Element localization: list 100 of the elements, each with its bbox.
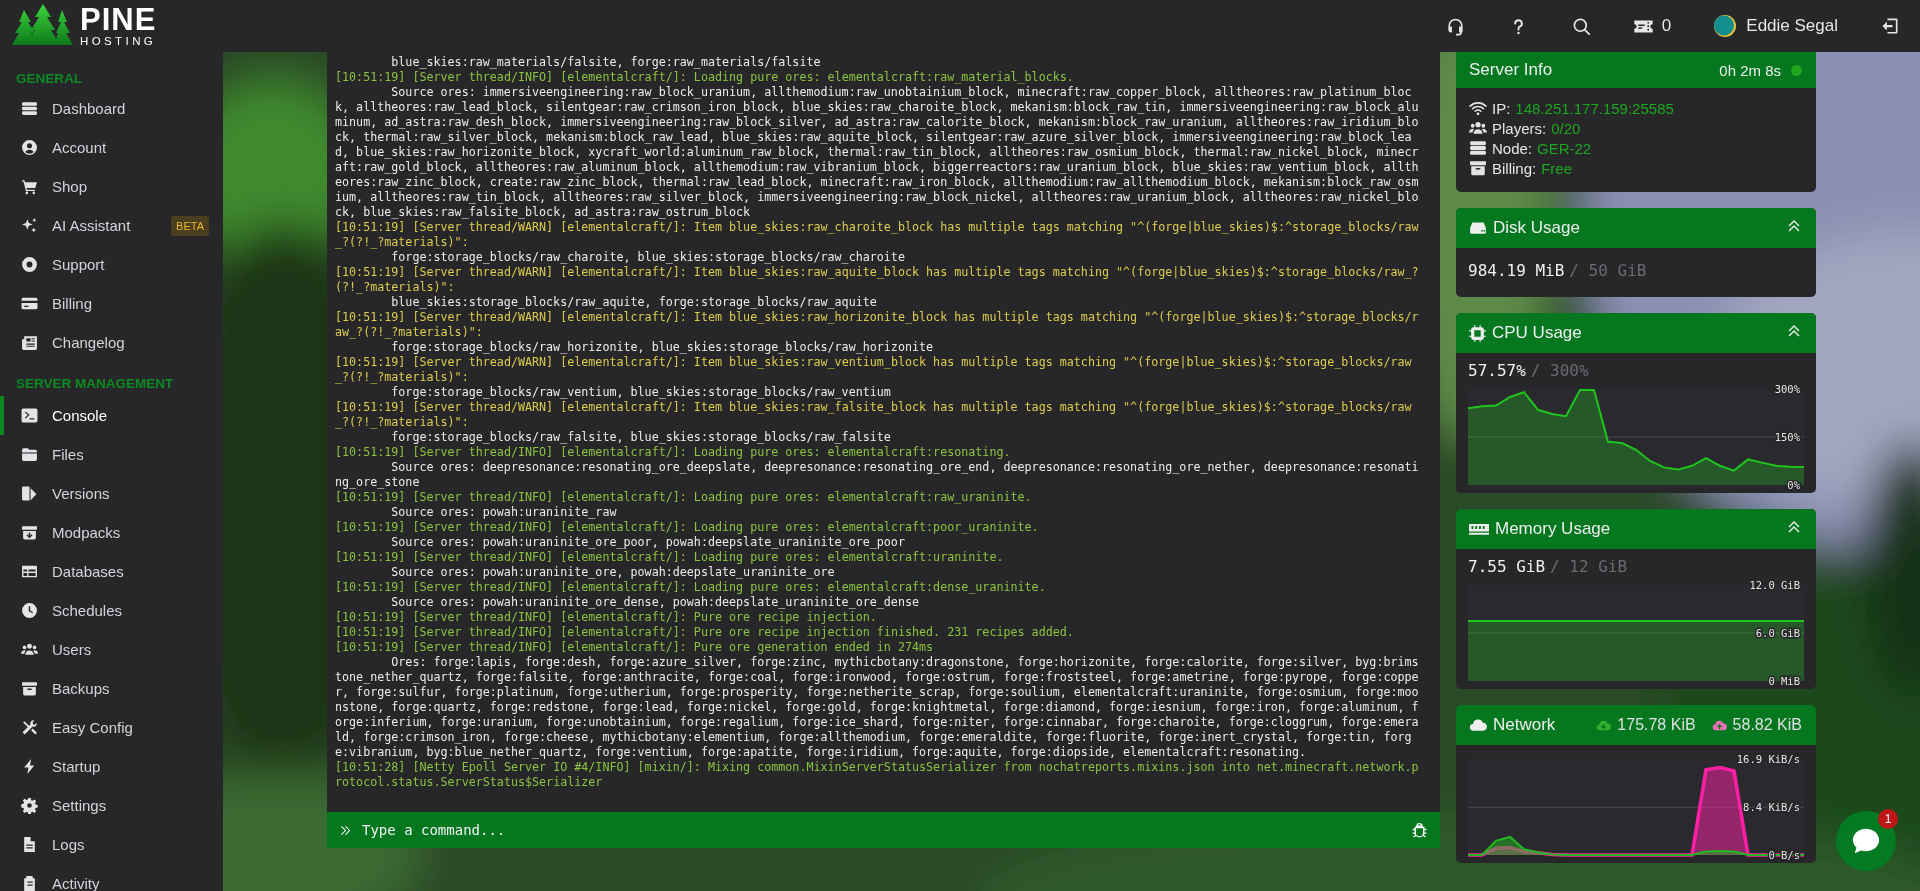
sidebar-item[interactable]: Backups	[0, 669, 223, 708]
server-icon	[21, 100, 38, 117]
usage-total: / 300%	[1530, 361, 1589, 380]
wifi-icon	[1469, 99, 1487, 117]
card-title: Server Info	[1469, 60, 1553, 80]
log-line: blue_skies:storage_blocks/raw_aquite, forge:storage_blocks/raw_aquite	[390, 295, 878, 310]
server-icon	[1469, 139, 1487, 157]
logout-icon[interactable]	[1880, 16, 1900, 36]
chip-icon	[1469, 324, 1486, 342]
ticket-count: 0	[1661, 16, 1672, 36]
axis-label: 300%	[1774, 383, 1800, 395]
usage-total: / 50 GiB	[1569, 261, 1647, 280]
info-label: Players:	[1492, 119, 1547, 137]
log-line: Source ores: powah:uraninite_ore_dense, powah:deepslate_uraninite_ore_dense	[390, 595, 921, 610]
sidebar-item[interactable]: Easy Config	[0, 708, 223, 747]
axis-label: 0%	[1787, 479, 1800, 491]
info-label: Node:	[1492, 139, 1533, 157]
log-line: [10:51:19] [Server thread/INFO] [elementalcraft/]: Pure ore generation ended in 274ms	[335, 640, 935, 655]
sidebar-item[interactable]: Dashboard	[0, 89, 223, 128]
headset-icon[interactable]	[1445, 16, 1465, 36]
info-label: Billing:	[1492, 159, 1537, 177]
sidebar-item[interactable]: Changelog	[0, 323, 223, 362]
cloud-icon	[1469, 716, 1487, 734]
log-line: Source ores: deepresonance:resonating_ore_deepslate, deepresonance:resonating_ore_end, deepresonance:resonating_ore_nether, deepresonance:resonating_ore_stone	[335, 460, 1419, 490]
log-line: forge:storage_blocks/raw_charoite, blue_skies:storage_blocks/raw_charoite	[390, 250, 906, 265]
credit-card-icon	[21, 295, 38, 312]
sidebar-item[interactable]: AI Assistant BETA	[0, 206, 223, 245]
brand-name: PINE	[80, 4, 157, 36]
chat-bubble-icon	[1851, 826, 1881, 856]
clipboard-icon	[21, 875, 38, 891]
box-icon	[1469, 159, 1487, 177]
log-line: [10:51:19] [Server thread/INFO] [elementalcraft/]: Loading pure ores: elementalcraft:dense_uraninite.	[335, 580, 1047, 595]
table-icon	[21, 563, 38, 580]
avatar-icon[interactable]	[1713, 14, 1738, 38]
sidebar-item[interactable]: Schedules	[0, 591, 223, 630]
sidebar-item[interactable]: Files	[0, 435, 223, 474]
sidebar-item[interactable]: Databases	[0, 552, 223, 591]
users-icon	[1469, 119, 1487, 137]
lifebuoy-icon	[21, 256, 38, 273]
log-line: [10:51:19] [Server thread/WARN] [elementalcraft/]: Item blue_skies:raw_falsite_block has multiple tags matching "^(forge|blue_skies)$:^storage_blocks/raw_?(?!_?materials)":	[335, 400, 1413, 430]
status-badge: BETA	[171, 215, 209, 236]
usage-value: 984.19 MiB	[1468, 261, 1565, 280]
sidebar-item[interactable]: Account	[0, 128, 223, 167]
chevrons-right-icon	[339, 823, 352, 837]
terminal-icon	[21, 407, 38, 424]
log-line: [10:51:19] [Server thread/WARN] [elementalcraft/]: Item blue_skies:raw_charoite_block has multiple tags matching "^(forge|blue_skies)$:^storage_blocks/raw_?(?!_?materials)":	[335, 220, 1419, 250]
sidebar-item[interactable]: Startup	[0, 747, 223, 786]
axis-label: 0 B/s	[1768, 849, 1800, 861]
card-title: Disk Usage	[1493, 218, 1580, 238]
section-title: SERVER MANAGEMENT	[15, 375, 175, 393]
log-line: [10:51:19] [Server thread/WARN] [elementalcraft/]: Item blue_skies:raw_ventium_block has multiple tags matching "^(forge|blue_skies)$:^storage_blocks/raw_?(?!_?materials)":	[335, 355, 1413, 385]
axis-label: 0 MiB	[1768, 675, 1800, 687]
search-icon[interactable]	[1571, 16, 1591, 36]
trees-icon	[10, 4, 76, 48]
card-title: Memory Usage	[1495, 519, 1611, 539]
uptime: 0h 2m 8s	[1719, 61, 1781, 79]
sidebar-item[interactable]: Settings	[0, 786, 223, 825]
usage-total: / 12 GiB	[1550, 557, 1628, 576]
log-line: Source ores: immersiveengineering:raw_block_uranium, allthemodium:raw_unobtainium_block, minecraft:raw_copper_block, alltheores:raw_platinum_block, alltheores:raw_lead_block, silentgear:raw_crimson_iron_block, blue_skies:raw_charoite_block, mekanism:block_raw_tin, immersiveengineering:raw_block_aluminum, ad_astra:raw_desh_block, immersiveengineering:raw_block_silver, ad_astra:raw_calorite_block, mekanism:block_raw_uranium, alltheores:raw_iridium_block, thermal:raw_silver_block, mekanism:block_raw_lead, blue_skies:raw_aquite_block, silentgear:raw_azure_silver_block, immersiveengineering:raw_block_lead, blue_skies:raw_horizonite_block, xycraft_world:aluminum_raw_block, thermal:raw_tin_block, alltheores:raw_osmium_block, thermal:raw_nickel_block, minecraft:raw_gold_block, alltheores:raw_aluminum_block, allthemodium:raw_vibranium_block, biggerreactors:raw_uranium_block, blue_skies:raw_ventium_block, alltheores:raw_zinc_block, create:raw_zinc_block, thermal:raw_lead_block, minecraft:raw_iron_block, allthemodium:raw_allthemodium_block, mekanism:block_raw_osmium, alltheores:raw_tin_block, alltheores:raw_silver_block, immersiveengineering:raw_block_nickel, alltheores:raw_uranium_block, alltheores:raw_nickel_block, blue_skies:raw_falsite_block, ad_astra:raw_ostrum_block	[335, 85, 1419, 220]
sidebar-item[interactable]: Modpacks	[0, 513, 223, 552]
log-line: [10:51:19] [Server thread/INFO] [elementalcraft/]: Pure ore recipe injection.	[335, 610, 878, 625]
info-value: GER-22	[1537, 139, 1592, 157]
sidebar-item[interactable]: Logs	[0, 825, 223, 864]
log-line: Source ores: powah:uraninite_raw	[390, 505, 618, 520]
archive-icon	[21, 524, 38, 541]
usage-value: 7.55 GiB	[1468, 557, 1546, 576]
command-field[interactable]: Type a command...	[327, 812, 1440, 848]
newspaper-icon	[21, 334, 38, 351]
sparkle-icon	[21, 217, 38, 234]
log-line: [10:51:19] [Server thread/WARN] [elementalcraft/]: Item blue_skies:raw_horizonite_block has multiple tags matching "^(forge|blue_skies)$:^storage_blocks/raw_?(?!_?materials)":	[335, 310, 1419, 340]
log-line: [10:51:28] [Netty Epoll Server IO #4/INFO] [mixin/]: Mixing common.MixinServerStatusSerializer from nochatreports.mixins.json into net.minecraft.network.protocol.status.ServerStatus$Serializer	[335, 760, 1419, 790]
sidebar-item[interactable]: Shop	[0, 167, 223, 206]
section-title: GENERAL	[15, 70, 83, 88]
sidebar-item[interactable]: Versions	[0, 474, 223, 513]
axis-label: 16.9 KiB/s	[1736, 753, 1800, 765]
settings-icon	[21, 797, 38, 814]
sidebar-item[interactable]: Support	[0, 245, 223, 284]
log-line: [10:51:19] [Server thread/INFO] [elementalcraft/]: Loading pure ores: elementalcraft:resonating.	[335, 445, 1012, 460]
log-line: [10:51:19] [Server thread/INFO] [elementalcraft/]: Loading pure ores: elementalcraft:uraninite.	[335, 550, 1005, 565]
log-line: [10:51:19] [Server thread/INFO] [elementalcraft/]: Loading pure ores: elementalcraft:raw_material_blocks.	[335, 70, 1075, 85]
axis-label: 8.4 KiB/s	[1743, 801, 1800, 814]
command-input[interactable]: Type a command...	[362, 822, 1401, 838]
upload-total: 58.82 KiB	[1732, 716, 1802, 734]
log-line: forge:storage_blocks/raw_horizonite, blue_skies:storage_blocks/raw_horizonite	[390, 340, 935, 355]
box-icon	[21, 680, 38, 697]
tools-icon	[21, 719, 38, 736]
users-icon	[21, 641, 38, 658]
brand-tagline: HOSTING	[80, 36, 157, 48]
log-line: [10:51:19] [Server thread/INFO] [elementalcraft/]: Pure ore recipe injection finished. 231 recipes added.	[335, 625, 1075, 640]
log-line: forge:storage_blocks/raw_ventium, blue_skies:storage_blocks/raw_ventium	[390, 385, 892, 400]
drive-icon	[1469, 219, 1487, 237]
log-line: forge:storage_blocks/raw_falsite, blue_skies:storage_blocks/raw_falsite	[390, 430, 892, 445]
log-line: Source ores: powah:uraninite_ore_poor, powah:deepslate_uraninite_ore_poor	[390, 535, 906, 550]
sidebar-item[interactable]: Users	[0, 630, 223, 669]
bug-icon[interactable]	[1411, 821, 1428, 839]
user-name[interactable]: Eddie Segal	[1746, 16, 1838, 36]
sidebar-item[interactable]: Billing	[0, 284, 223, 323]
file-icon	[21, 836, 38, 853]
log-line: Source ores: powah:uraninite_ore, powah:deepslate_uraninite_ore	[390, 565, 836, 580]
card-title: Network	[1493, 715, 1556, 735]
